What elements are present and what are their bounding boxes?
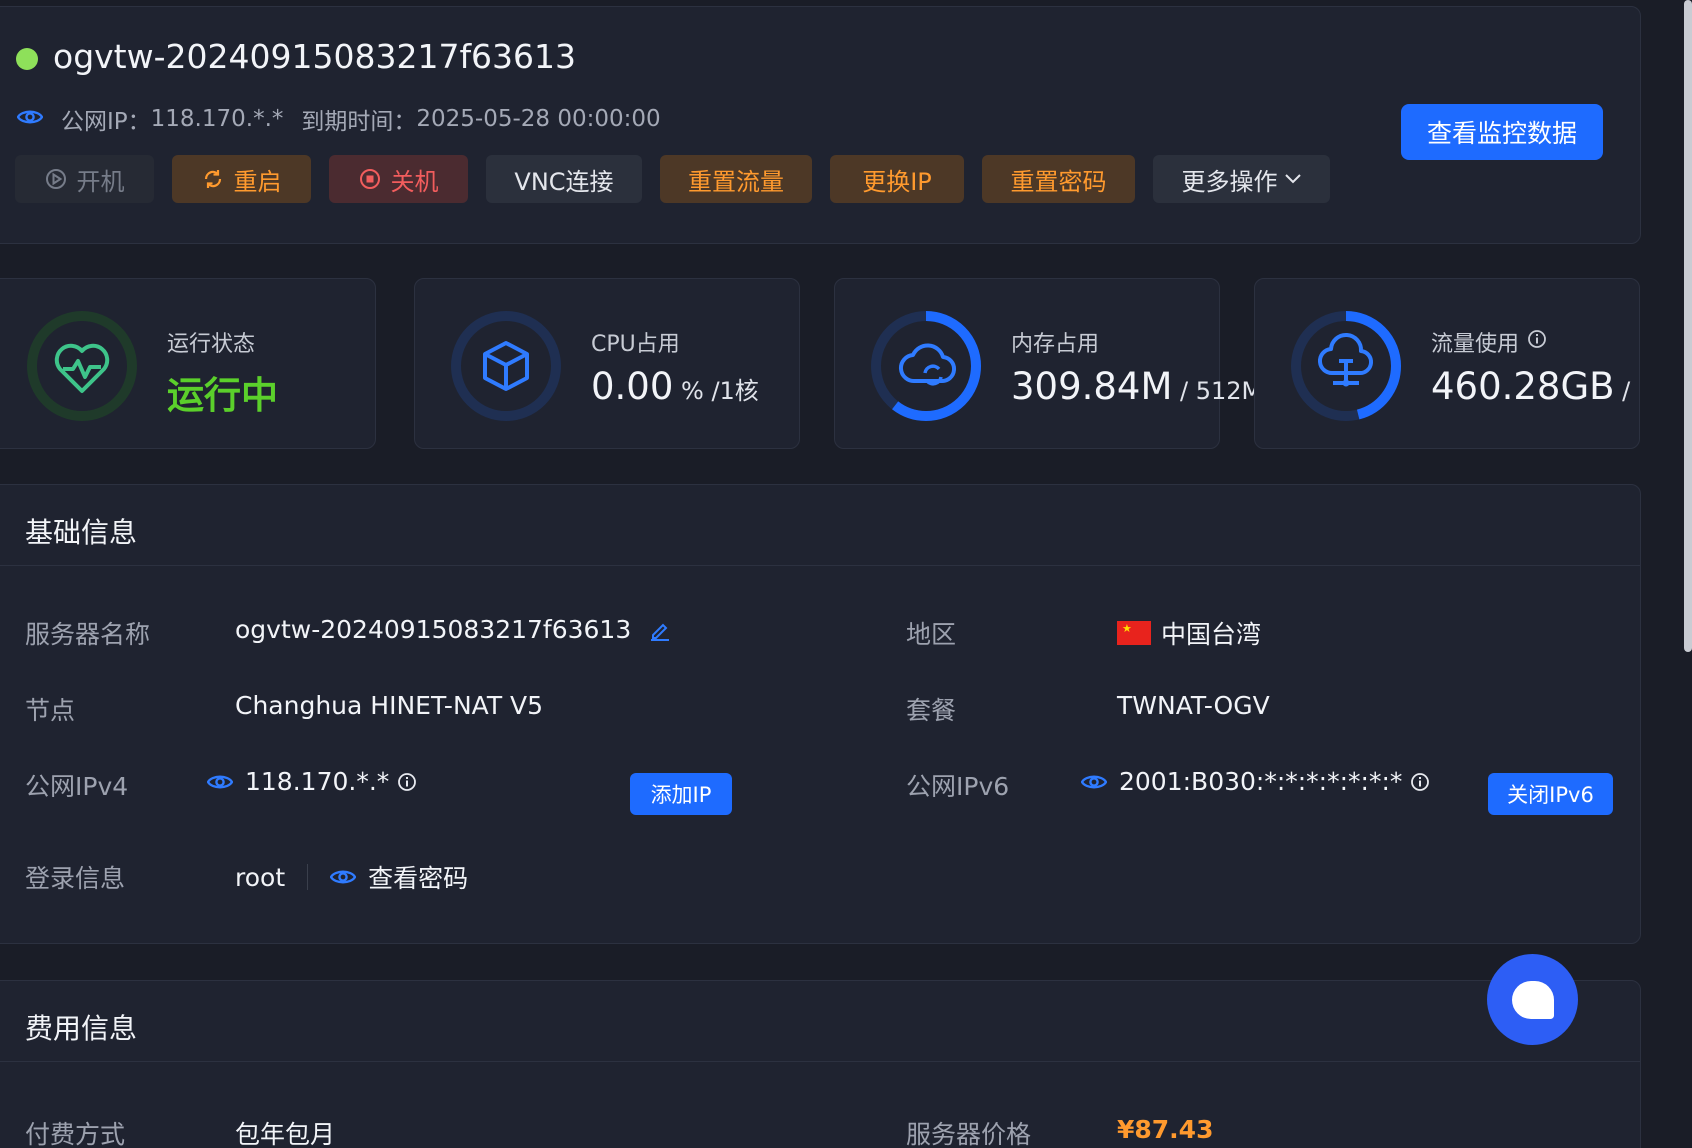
shutdown-button[interactable]: 关机 (329, 155, 468, 203)
traffic-label: 流量使用 (1431, 332, 1520, 357)
server-meta: 公网IP： 118.170.*.* 到期时间： 2025-05-28 00:00… (16, 102, 661, 136)
restart-button[interactable]: 重启 (172, 155, 311, 203)
heartbeat-icon (54, 343, 110, 393)
ipv6-value: 2001:B030:*:*:*:*:*:*:* (1119, 767, 1403, 796)
login-user: root (235, 862, 286, 892)
page-scrollbar[interactable] (1684, 0, 1692, 652)
power-on-button[interactable]: 开机 (15, 155, 154, 203)
memory-label: 内存占用 (1011, 332, 1100, 357)
eye-icon[interactable] (16, 106, 44, 132)
close-ipv6-button[interactable]: 关闭IPv6 (1488, 773, 1613, 815)
cpu-value-line: 0.00 % /1核 (591, 365, 759, 408)
eye-icon[interactable] (207, 773, 233, 791)
more-actions-label: 更多操作 (1181, 167, 1278, 196)
reset-traffic-button[interactable]: 重置流量 (660, 155, 812, 203)
cpu-label: CPU占用 (591, 332, 680, 357)
memory-value-line: 309.84M / 512M (1011, 365, 1262, 408)
plan-value: TWNAT-OGV (1117, 691, 1270, 720)
expire-value: 2025-05-28 00:00:00 (416, 106, 661, 132)
vnc-button[interactable]: VNC连接 (486, 155, 642, 203)
server-name-value: ogvtw-20240915083217f63613 (235, 615, 632, 644)
ipv4-row: 118.170.*.* (207, 767, 417, 796)
info-icon[interactable] (397, 772, 417, 792)
server-name-row: ogvtw-20240915083217f63613 (235, 615, 671, 644)
login-row: root 查看密码 (235, 859, 468, 895)
status-indicator (16, 48, 38, 70)
china-flag-icon: ★ (1117, 621, 1151, 645)
basic-info-title: 基础信息 (25, 516, 138, 549)
server-name-label: 服务器名称 (25, 620, 151, 649)
refresh-icon (202, 168, 224, 190)
eye-icon[interactable] (1081, 773, 1107, 791)
reset-password-button[interactable]: 重置密码 (982, 155, 1135, 203)
ipv4-label: 公网IPv4 (25, 772, 129, 801)
memory-ring (871, 311, 981, 421)
power-on-label: 开机 (76, 167, 125, 196)
eye-icon[interactable] (330, 868, 357, 886)
chat-button[interactable] (1487, 954, 1578, 1045)
more-actions-dropdown[interactable]: 更多操作 (1153, 155, 1330, 203)
shutdown-label: 关机 (390, 167, 439, 196)
chat-bubble-icon (1511, 980, 1554, 1019)
price-value: ¥87.43 (1117, 1115, 1214, 1144)
restart-label: 重启 (233, 167, 282, 196)
node-label: 节点 (25, 696, 76, 725)
info-icon[interactable] (1410, 772, 1430, 792)
stop-circle-icon (359, 168, 381, 190)
divider (307, 864, 309, 890)
cpu-card: CPU占用 0.00 % /1核 (414, 278, 800, 449)
public-ip-value: 118.170.*.* (150, 106, 284, 132)
chevron-down-icon (1284, 173, 1302, 185)
cpu-value: 0.00 (591, 365, 674, 408)
memory-value: 309.84M (1011, 365, 1173, 408)
price-label: 服务器价格 (906, 1120, 1032, 1148)
ipv6-label: 公网IPv6 (906, 772, 1010, 801)
fee-info-title: 费用信息 (25, 1012, 138, 1045)
server-header-card: ogvtw-20240915083217f63613 公网IP： 118.170… (0, 6, 1641, 244)
ipv6-row: 2001:B030:*:*:*:*:*:*:* (1081, 767, 1430, 796)
running-status-value: 运行中 (167, 374, 278, 417)
edit-icon[interactable] (649, 619, 671, 641)
running-status-label: 运行状态 (167, 332, 256, 357)
change-ip-button[interactable]: 更换IP (830, 155, 964, 203)
ipv4-value: 118.170.*.* (245, 767, 390, 796)
traffic-label-row: 流量使用 (1431, 326, 1547, 358)
action-toolbar: 开机 重启 关机 VNC连接 重置流量 更换IP 重置密码 更多操作 (15, 155, 1330, 203)
traffic-value-line: 460.28GB / 1000G (1431, 365, 1639, 408)
play-circle-icon (45, 168, 67, 190)
memory-unit: / 512M (1172, 377, 1263, 405)
basic-info-card: 基础信息 服务器名称 ogvtw-20240915083217f63613 地区… (0, 484, 1641, 944)
running-status-card: 运行状态 运行中 (0, 278, 376, 449)
traffic-card: 流量使用 460.28GB / 1000G (1254, 278, 1640, 449)
cpu-unit: % /1核 (673, 377, 759, 405)
login-label: 登录信息 (25, 864, 126, 893)
divider (0, 1061, 1640, 1062)
add-ip-button[interactable]: 添加IP (630, 773, 732, 815)
expire-label: 到期时间： (301, 109, 417, 135)
public-ip-label: 公网IP： (61, 109, 151, 135)
cloud-sync-icon (899, 343, 956, 386)
cpu-ring (451, 311, 561, 421)
region-row: ★ 中国台湾 (1117, 615, 1261, 651)
traffic-value: 460.28GB (1431, 365, 1615, 408)
view-monitoring-button[interactable]: 查看监控数据 (1401, 104, 1603, 160)
memory-card: 内存占用 309.84M / 512M (834, 278, 1262, 449)
divider (0, 565, 1640, 566)
cube-icon (483, 341, 529, 391)
cloud-network-icon (1318, 332, 1374, 387)
server-title: ogvtw-20240915083217f63613 (53, 37, 577, 76)
pay-method-label: 付费方式 (25, 1120, 126, 1148)
view-password-link[interactable]: 查看密码 (368, 859, 468, 895)
region-value: 中国台湾 (1161, 620, 1262, 649)
plan-label: 套餐 (906, 696, 957, 725)
traffic-ring (1291, 311, 1401, 421)
pay-method-value: 包年包月 (235, 1120, 336, 1148)
traffic-unit: / 1000G (1622, 377, 1639, 405)
status-ring (27, 311, 137, 421)
info-icon[interactable] (1527, 329, 1547, 355)
fee-info-card: 费用信息 付费方式 包年包月 服务器价格 ¥87.43 (0, 980, 1641, 1148)
region-label: 地区 (906, 620, 957, 649)
node-value: Changhua HINET-NAT V5 (235, 691, 544, 720)
